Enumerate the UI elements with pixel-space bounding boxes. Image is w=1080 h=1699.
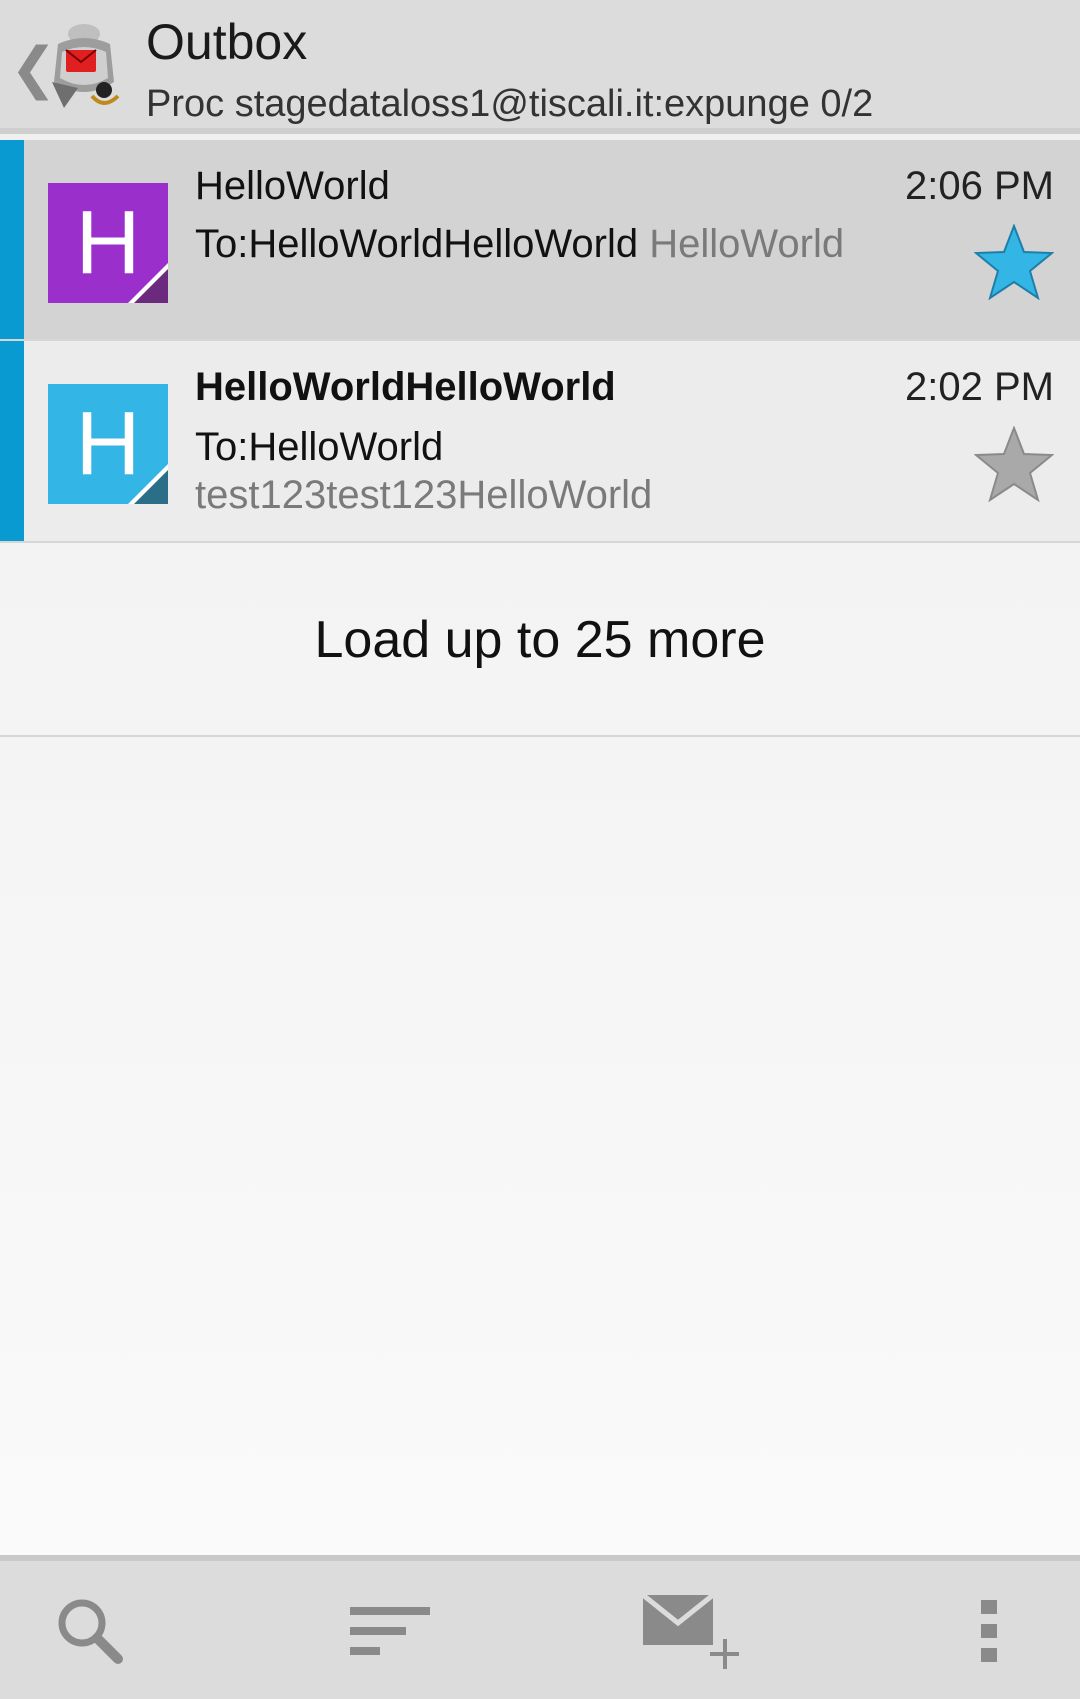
load-more-button[interactable]: Load up to 25 more (0, 543, 1080, 737)
search-button[interactable] (35, 1581, 145, 1681)
sort-button[interactable] (335, 1581, 445, 1681)
message-time: 2:06 PM (905, 164, 1054, 208)
message-sender: HelloWorld (195, 164, 390, 208)
message-preview: test123test123HelloWorld (195, 473, 653, 517)
search-icon (58, 1599, 123, 1664)
page-title: Outbox (146, 14, 308, 70)
app-logo-icon[interactable] (44, 22, 124, 114)
message-sender: HelloWorldHelloWorld (195, 365, 616, 409)
message-preview: HelloWorld (649, 222, 845, 266)
overflow-menu-button[interactable] (934, 1581, 1044, 1681)
message-row[interactable]: H HelloWorld 2:06 PM To:HelloWorldHelloW… (0, 140, 1080, 341)
avatar-corner-fold (128, 263, 168, 303)
contact-avatar[interactable]: H (48, 384, 168, 504)
star-icon[interactable] (974, 224, 1054, 300)
overflow-menu-icon (981, 1600, 997, 1662)
compose-button[interactable] (634, 1581, 744, 1681)
compose-icon (641, 1593, 739, 1669)
avatar-corner-fold (128, 464, 168, 504)
message-recipient: To:HelloWorldHelloWorld (195, 222, 639, 266)
bottom-toolbar (0, 1555, 1080, 1699)
account-status: Proc stagedataloss1@tiscali.it:expunge 0… (146, 83, 874, 125)
selection-bar (0, 140, 24, 339)
star-icon[interactable] (974, 426, 1054, 502)
message-row[interactable]: H HelloWorldHelloWorld 2:02 PM To:HelloW… (0, 341, 1080, 543)
selection-bar (0, 341, 24, 541)
action-bar: ❮ Outbox Proc stagedataloss1@tiscali.it:… (0, 0, 1080, 134)
sort-icon (350, 1607, 430, 1655)
message-time: 2:02 PM (905, 365, 1054, 409)
message-recipient-line: To:HelloWorldHelloWorld HelloWorld (195, 220, 844, 268)
message-recipient: To:HelloWorld (195, 425, 444, 469)
contact-avatar[interactable]: H (48, 183, 168, 303)
